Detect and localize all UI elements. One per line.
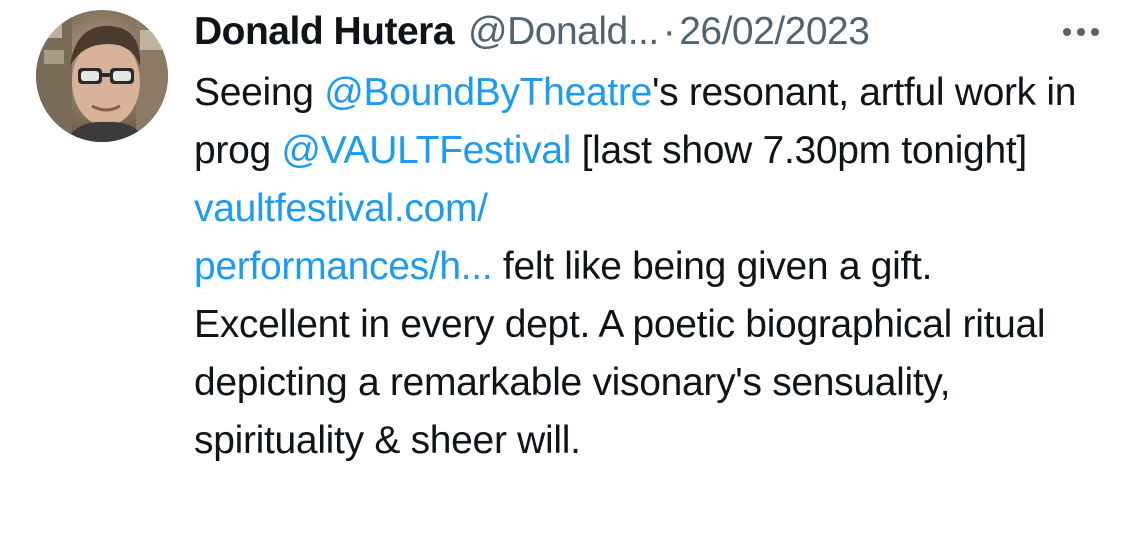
- mention-vaultfestival[interactable]: @VAULTFestival: [281, 129, 571, 172]
- avatar[interactable]: [36, 10, 168, 142]
- separator: ·: [662, 10, 676, 53]
- tweet-content: Donald Hutera @Donald... · 26/02/2023 Se…: [194, 4, 1105, 470]
- author-handle[interactable]: @Donald...: [468, 10, 659, 54]
- tweet-date[interactable]: 26/02/2023: [679, 10, 870, 54]
- text-segment: Seeing: [194, 71, 325, 114]
- tweet-text: Seeing @BoundByTheatre's resonant, artfu…: [194, 64, 1094, 470]
- profile-photo: [36, 10, 168, 142]
- tweet-header: Donald Hutera @Donald... · 26/02/2023: [194, 4, 1105, 60]
- mention-boundbytheatre[interactable]: @BoundByTheatre: [324, 71, 652, 114]
- tweet[interactable]: Donald Hutera @Donald... · 26/02/2023 Se…: [0, 0, 1125, 548]
- url-link-part: performances/h...: [194, 245, 493, 288]
- text-segment: [last show 7.30pm tonight]: [571, 129, 1028, 172]
- more-horizontal-icon[interactable]: [1061, 26, 1101, 38]
- url-link-part: vaultfestival.com/: [194, 187, 488, 230]
- author-name[interactable]: Donald Hutera: [194, 10, 455, 54]
- url-link[interactable]: vaultfestival.com/performances/h...: [194, 187, 493, 288]
